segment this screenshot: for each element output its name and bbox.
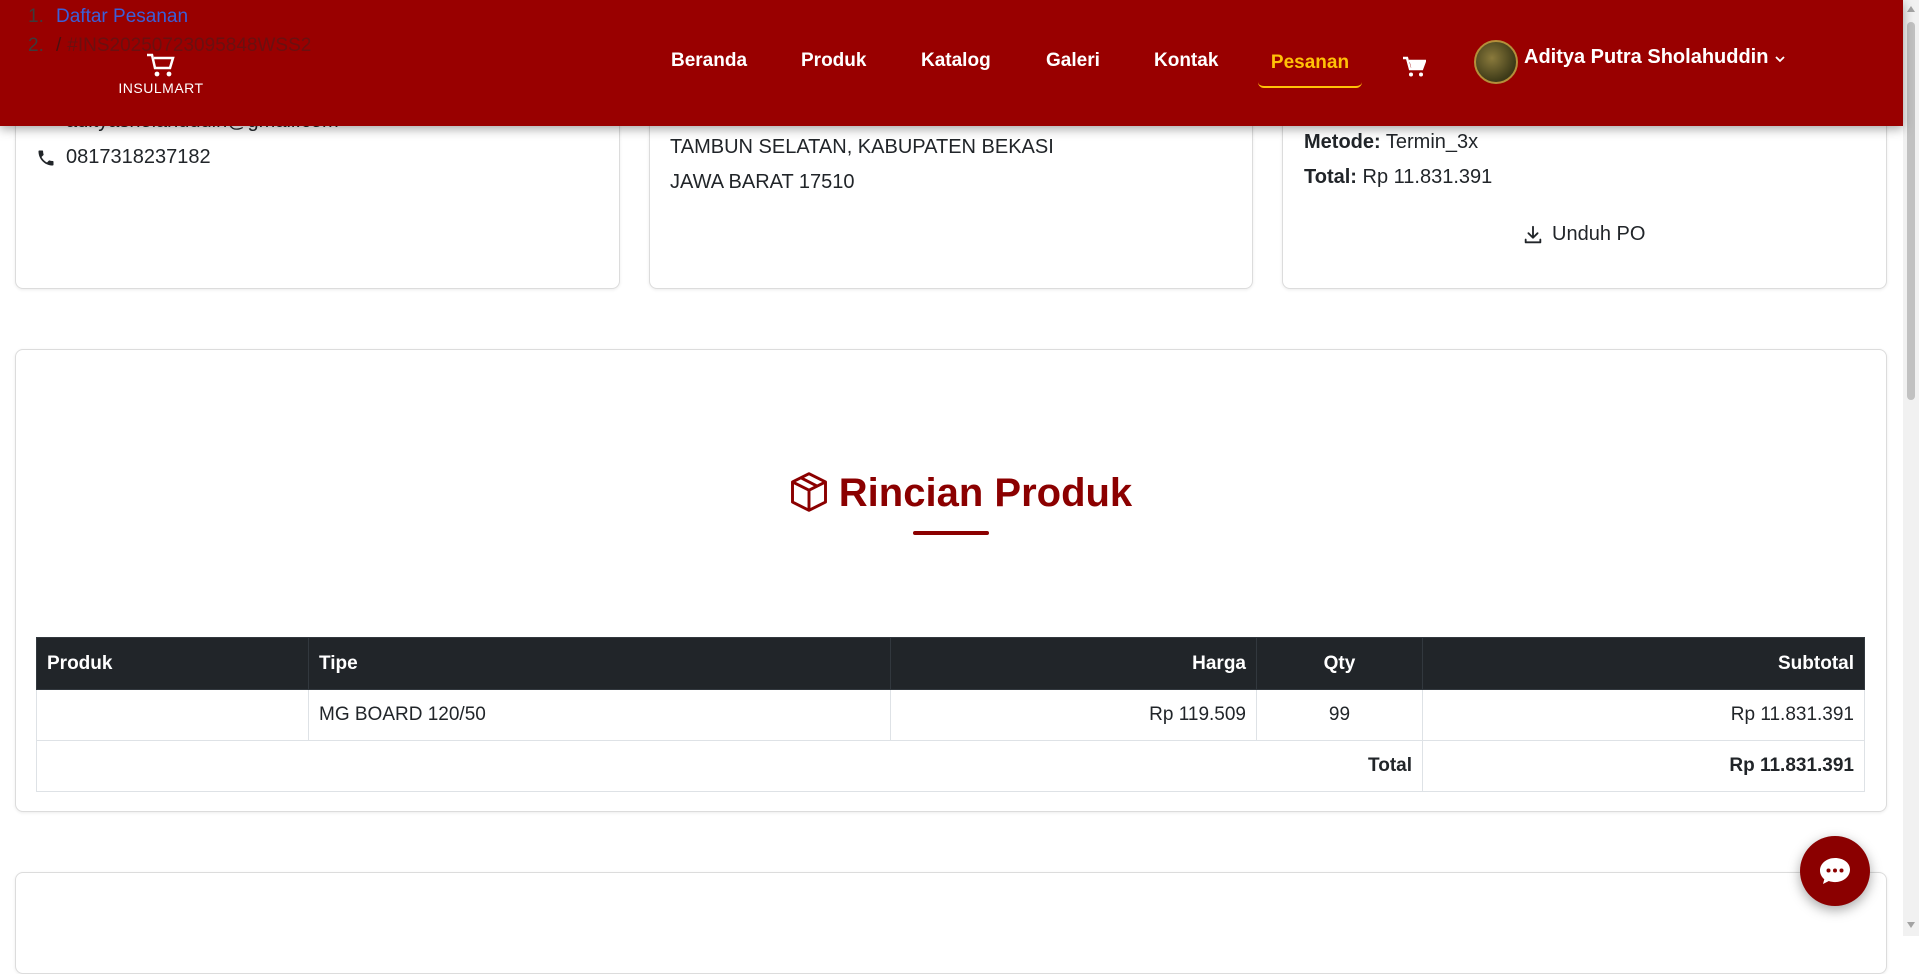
brand-name: INSULMART [118, 80, 204, 96]
nav-kontak[interactable]: Kontak [1154, 50, 1218, 72]
nav-katalog[interactable]: Katalog [921, 50, 991, 72]
address-line-1: TAMBUN SELATAN, KABUPATEN BEKASI [670, 136, 1054, 158]
address-line-2: JAWA BARAT 17510 [670, 171, 855, 193]
header-produk: Produk [36, 637, 309, 690]
breadcrumb-item-orders[interactable]: 1. Daftar Pesanan [28, 6, 311, 35]
avatar[interactable] [1474, 40, 1518, 84]
download-po-label: Unduh PO [1552, 223, 1646, 245]
user-name[interactable]: Aditya Putra Sholahuddin [1524, 46, 1768, 69]
cell-harga: Rp 119.509 [890, 689, 1257, 741]
phone-icon [38, 150, 54, 165]
header-tipe: Tipe [308, 637, 891, 690]
cell-produk [36, 689, 309, 741]
cart-icon[interactable] [1402, 56, 1426, 78]
payment-total-value: Rp 11.831.391 [1362, 166, 1493, 188]
header-subtotal: Subtotal [1422, 637, 1865, 690]
scroll-up-arrow[interactable] [1907, 6, 1915, 12]
customer-phone-row: 0817318237182 [36, 146, 211, 169]
total-value: Rp 11.831.391 [1422, 740, 1865, 792]
total-label: Total [36, 740, 1423, 792]
scroll-down-arrow[interactable] [1907, 922, 1915, 928]
scroll-thumb[interactable] [1907, 22, 1915, 400]
cell-qty: 99 [1256, 689, 1423, 741]
payment-method-value: Termin_3x [1385, 131, 1479, 153]
breadcrumb-number: 2. [28, 35, 44, 56]
table-row: MG BOARD 120/50 Rp 119.509 99 Rp 11.831.… [36, 689, 1865, 741]
table-total-row: Total Rp 11.831.391 [36, 740, 1865, 792]
payment-total: Total: Rp 11.831.391 [1304, 166, 1492, 189]
breadcrumb-current-order: #INS20250723095848WSS2 [67, 35, 312, 56]
chat-button[interactable] [1800, 836, 1870, 906]
product-section-title: Rincian Produk [0, 470, 1919, 516]
breadcrumb-link-orders[interactable]: Daftar Pesanan [56, 6, 188, 27]
title-underline [913, 531, 989, 535]
customer-phone: 0817318237182 [66, 146, 211, 168]
cell-tipe: MG BOARD 120/50 [308, 689, 891, 741]
header-qty: Qty [1256, 637, 1423, 690]
next-section-card [15, 872, 1887, 974]
product-table: Produk Tipe Harga Qty Subtotal MG BOARD … [36, 637, 1865, 792]
download-po-button[interactable]: Unduh PO [1522, 223, 1645, 246]
breadcrumb: 1. Daftar Pesanan 2. / #INS20250723095848WS… [28, 6, 311, 64]
table-header-row: Produk Tipe Harga Qty Subtotal [36, 637, 1865, 690]
payment-method: Metode: Termin_3x [1304, 131, 1478, 154]
payment-method-label: Metode: [1304, 131, 1381, 153]
chevron-down-icon[interactable] [1775, 54, 1785, 64]
nav-galeri[interactable]: Galeri [1046, 50, 1100, 72]
cell-subtotal: Rp 11.831.391 [1422, 689, 1865, 741]
box-icon [790, 472, 827, 512]
nav-produk[interactable]: Produk [801, 50, 866, 72]
payment-total-label: Total: [1304, 166, 1357, 188]
product-title-text: Rincian Produk [838, 471, 1133, 515]
chat-icon [1820, 858, 1850, 884]
breadcrumb-number: 1. [28, 6, 44, 27]
breadcrumb-item-current: 2. / #INS20250723095848WSS2 [28, 35, 311, 64]
page-scrollbar[interactable] [1903, 0, 1919, 936]
nav-beranda[interactable]: Beranda [671, 50, 747, 72]
breadcrumb-separator: / [56, 35, 62, 56]
download-icon [1524, 225, 1542, 243]
header-harga: Harga [890, 637, 1257, 690]
nav-pesanan[interactable]: Pesanan [1258, 44, 1362, 88]
